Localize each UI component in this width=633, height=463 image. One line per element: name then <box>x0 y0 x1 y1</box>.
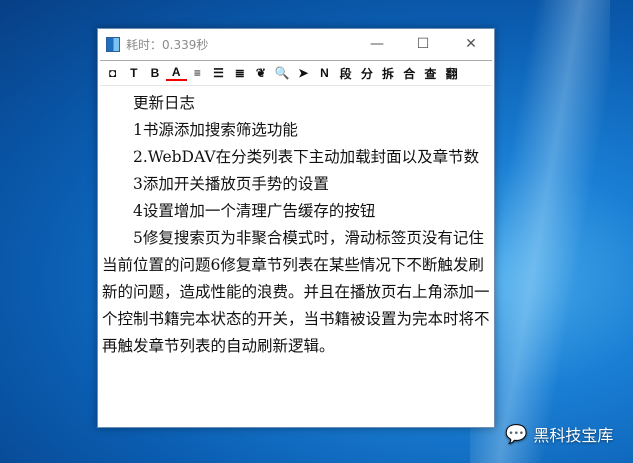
watermark-text: 黑科技宝库 <box>533 426 614 445</box>
close-button[interactable]: ✕ <box>448 29 494 59</box>
window-title: 耗时：0.339秒 <box>126 37 209 52</box>
log-line: 5修复搜索页为非聚合模式时，滑动标签页没有记住当前位置的问题6修复章节列表在某些… <box>102 229 490 355</box>
minimize-button[interactable]: — <box>354 29 400 59</box>
app-icon <box>106 36 120 52</box>
break-button[interactable]: 拆 <box>377 65 398 82</box>
lookup-button[interactable]: 查 <box>420 65 441 82</box>
font-color-icon[interactable]: A <box>165 65 187 81</box>
wechat-icon: 💬 <box>505 423 528 445</box>
send-icon[interactable]: ➤ <box>293 66 314 80</box>
theme-icon[interactable]: ❦ <box>250 66 271 80</box>
font-icon[interactable]: T <box>123 66 144 80</box>
toolbar: ◘ T B A ≡ ☰ ≣ ❦ 🔍 ➤ N 段分拆合查翻 <box>100 60 492 86</box>
justify-icon[interactable]: ☰ <box>208 66 229 80</box>
paragraph-button[interactable]: 段 <box>335 65 356 82</box>
log-line: 4设置增加一个清理广告缓存的按钮 <box>133 202 376 220</box>
search-icon[interactable]: 🔍 <box>272 66 293 80</box>
bold-icon[interactable]: B <box>144 66 165 80</box>
text-content: 更新日志 1书源添加搜索筛选功能 2.WebDAV在分类列表下主动加载封面以及章节数… <box>98 86 494 360</box>
merge-button[interactable]: 合 <box>399 65 420 82</box>
n-icon[interactable]: N <box>314 66 335 80</box>
align-left-icon[interactable]: ≡ <box>187 66 208 80</box>
log-line: 更新日志 <box>133 94 196 112</box>
log-line: 2.WebDAV在分类列表下主动加载封面以及章节数 <box>133 148 480 166</box>
title-bar[interactable]: 耗时：0.339秒 — ☐ ✕ <box>98 29 494 59</box>
watermark: 💬 黑科技宝库 <box>505 422 613 446</box>
maximize-button[interactable]: ☐ <box>400 29 446 59</box>
app-window: 耗时：0.339秒 — ☐ ✕ ◘ T B A ≡ ☰ ≣ ❦ 🔍 ➤ N 段分拆合查翻 更新日志 1书… <box>97 28 495 428</box>
log-line: 3添加开关播放页手势的设置 <box>133 175 329 193</box>
log-line: 1书源添加搜索筛选功能 <box>133 121 298 139</box>
split-button[interactable]: 分 <box>356 65 377 82</box>
translate-button[interactable]: 翻 <box>441 65 462 82</box>
align-right-icon[interactable]: ≣ <box>229 66 250 80</box>
stop-icon[interactable]: ◘ <box>102 66 123 80</box>
